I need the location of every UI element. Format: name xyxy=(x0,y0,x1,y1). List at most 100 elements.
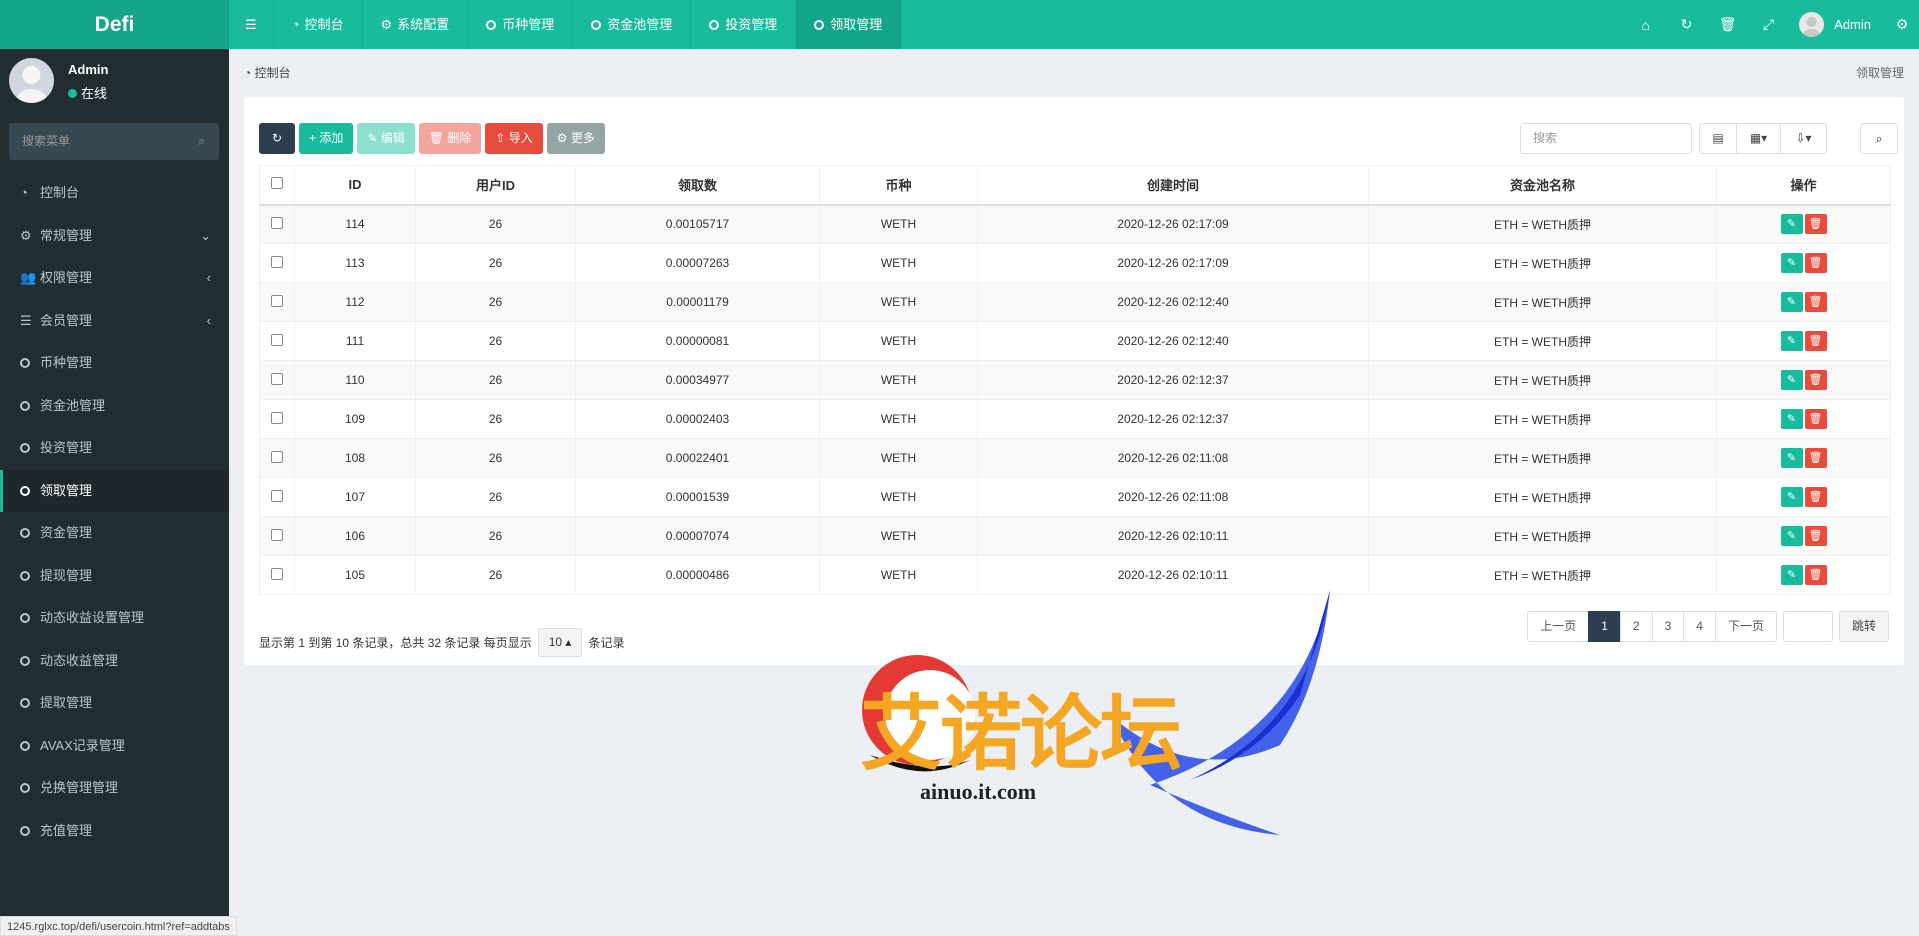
edit-row-button[interactable]: ✎ xyxy=(1780,370,1803,390)
delete-row-button[interactable]: 🗑 xyxy=(1804,565,1827,585)
edit-button[interactable]: ✎ 编辑 xyxy=(357,123,415,154)
toggle-view-button[interactable]: ▤ xyxy=(1699,123,1737,154)
sidebar-item-pool[interactable]: 资金池管理 xyxy=(0,385,229,428)
table-row[interactable]: 112 26 0.00001179 WETH 2020-12-26 02:12:40 ET… xyxy=(259,282,1891,322)
jump-button[interactable]: 跳转 xyxy=(1838,611,1889,642)
user-menu[interactable]: Admin xyxy=(1789,12,1885,37)
row-checkbox[interactable] xyxy=(259,243,295,283)
table-row[interactable]: 105 26 0.00000486 WETH 2020-12-26 02:10:11 ET… xyxy=(259,555,1891,595)
edit-row-button[interactable]: ✎ xyxy=(1780,292,1803,312)
sidebar-item-withdraw[interactable]: 提现管理 xyxy=(0,555,229,598)
sidebar-item-dynamic-settings[interactable]: 动态收益设置管理 xyxy=(0,597,229,640)
table-row[interactable]: 107 26 0.00001539 WETH 2020-12-26 02:11:08 ET… xyxy=(259,477,1891,517)
row-checkbox[interactable] xyxy=(259,555,295,595)
table-row[interactable]: 109 26 0.00002403 WETH 2020-12-26 02:12:37 ET… xyxy=(259,399,1891,439)
page-button[interactable]: 4 xyxy=(1683,611,1716,642)
delete-row-button[interactable]: 🗑 xyxy=(1804,448,1827,468)
tab-dashboard[interactable]: ◔ 控制台 xyxy=(274,0,363,49)
column-header[interactable]: 创建时间 xyxy=(977,165,1369,206)
delete-row-button[interactable]: 🗑 xyxy=(1804,292,1827,312)
edit-row-button[interactable]: ✎ xyxy=(1780,409,1803,429)
export-button[interactable]: ⇩▾ xyxy=(1780,123,1827,154)
sidebar-item-claim[interactable]: 领取管理 xyxy=(0,469,229,512)
trash-icon[interactable]: 🗑 xyxy=(1707,16,1748,33)
tab-invest-management[interactable]: 投资管理 xyxy=(691,0,797,49)
menu-search-input[interactable]: 搜索菜单 ⌕ xyxy=(9,123,219,160)
table-row[interactable]: 106 26 0.00007074 WETH 2020-12-26 02:10:11 ET… xyxy=(259,516,1891,556)
sidebar-item-general[interactable]: ⚙ 常规管理 ⌄ xyxy=(0,215,229,258)
settings-icon[interactable]: ⚙ xyxy=(1885,16,1919,33)
refresh-button[interactable]: ↻ xyxy=(259,123,295,154)
edit-row-button[interactable]: ✎ xyxy=(1780,448,1803,468)
table-row[interactable]: 114 26 0.00105717 WETH 2020-12-26 02:17:09 ET… xyxy=(259,204,1891,244)
search-icon[interactable]: ⌕ xyxy=(198,123,205,160)
fullscreen-icon[interactable]: ⤢ xyxy=(1748,16,1789,33)
sidebar-item-dashboard[interactable]: ◔ 控制台 xyxy=(0,172,229,215)
row-checkbox[interactable] xyxy=(259,204,295,244)
more-button[interactable]: ⚙ 更多 xyxy=(546,123,605,154)
table-row[interactable]: 108 26 0.00022401 WETH 2020-12-26 02:11:08 ET… xyxy=(259,438,1891,478)
app-logo[interactable]: Defi xyxy=(0,0,229,49)
columns-button[interactable]: ▦▾ xyxy=(1736,123,1781,154)
edit-row-button[interactable]: ✎ xyxy=(1780,526,1803,546)
delete-row-button[interactable]: 🗑 xyxy=(1804,214,1827,235)
delete-row-button[interactable]: 🗑 xyxy=(1804,487,1827,507)
select-all-checkbox[interactable] xyxy=(259,165,295,206)
column-header[interactable]: 领取数 xyxy=(575,165,820,206)
sidebar-item-avax[interactable]: AVAX记录管理 xyxy=(0,725,229,768)
delete-button[interactable]: 🗑 删除 xyxy=(418,123,482,154)
tab-system-config[interactable]: ⚙ 系统配置 xyxy=(363,0,469,49)
sidebar-item-funds[interactable]: 资金管理 xyxy=(0,512,229,555)
delete-row-button[interactable]: 🗑 xyxy=(1804,253,1827,273)
prev-page-button[interactable]: 上一页 xyxy=(1527,611,1590,642)
delete-row-button[interactable]: 🗑 xyxy=(1804,331,1827,351)
delete-row-button[interactable]: 🗑 xyxy=(1804,370,1827,390)
sidebar-item-permissions[interactable]: 👥 权限管理 ‹ xyxy=(0,257,229,300)
edit-row-button[interactable]: ✎ xyxy=(1780,253,1803,273)
sidebar-item-coin[interactable]: 币种管理 xyxy=(0,342,229,385)
tab-pool-management[interactable]: 资金池管理 xyxy=(573,0,692,49)
table-search-input[interactable]: 搜索 xyxy=(1520,123,1692,154)
column-header[interactable]: 币种 xyxy=(819,165,978,206)
page-button[interactable]: 3 xyxy=(1651,611,1685,642)
row-checkbox[interactable] xyxy=(259,438,295,478)
row-checkbox[interactable] xyxy=(259,282,295,322)
sidebar-item-exchange[interactable]: 兑换管理管理 xyxy=(0,767,229,810)
home-icon[interactable]: ⌂ xyxy=(1625,17,1666,33)
row-checkbox[interactable] xyxy=(259,399,295,439)
sidebar-item-invest[interactable]: 投资管理 xyxy=(0,427,229,470)
row-checkbox[interactable] xyxy=(259,477,295,517)
page-jump-input[interactable] xyxy=(1782,611,1833,642)
table-row[interactable]: 113 26 0.00007263 WETH 2020-12-26 02:17:09 ET… xyxy=(259,243,1891,283)
tab-claim-management[interactable]: 领取管理 xyxy=(796,0,902,49)
edit-row-button[interactable]: ✎ xyxy=(1780,487,1803,507)
import-button[interactable]: ⇧ 导入 xyxy=(485,123,543,154)
column-header[interactable]: 用户ID xyxy=(415,165,576,206)
edit-row-button[interactable]: ✎ xyxy=(1780,331,1803,351)
next-page-button[interactable]: 下一页 xyxy=(1714,611,1777,642)
page-button[interactable]: 1 xyxy=(1588,611,1621,642)
advanced-search-button[interactable]: ⌕ xyxy=(1860,123,1898,154)
column-header[interactable]: ID xyxy=(294,165,416,206)
sidebar-toggle[interactable]: ☰ xyxy=(229,0,274,49)
sidebar-item-recharge[interactable]: 充值管理 xyxy=(0,810,229,853)
page-size-select[interactable]: 10 ▴ xyxy=(537,628,583,657)
tab-coin-management[interactable]: 币种管理 xyxy=(468,0,574,49)
edit-row-button[interactable]: ✎ xyxy=(1780,214,1803,235)
row-checkbox[interactable] xyxy=(259,516,295,556)
row-checkbox[interactable] xyxy=(259,360,295,400)
table-row[interactable]: 111 26 0.00000081 WETH 2020-12-26 02:12:40 ET… xyxy=(259,321,1891,361)
sidebar-item-members[interactable]: ☰ 会员管理 ‹ xyxy=(0,300,229,343)
column-header[interactable]: 资金池名称 xyxy=(1368,165,1717,206)
caret-up-icon: ▴ xyxy=(565,635,572,649)
delete-row-button[interactable]: 🗑 xyxy=(1804,409,1827,429)
sidebar-item-extract[interactable]: 提取管理 xyxy=(0,682,229,725)
table-row[interactable]: 110 26 0.00034977 WETH 2020-12-26 02:12:37 ET… xyxy=(259,360,1891,400)
row-checkbox[interactable] xyxy=(259,321,295,361)
sidebar-item-dynamic-income[interactable]: 动态收益管理 xyxy=(0,640,229,683)
edit-row-button[interactable]: ✎ xyxy=(1780,565,1803,585)
add-button[interactable]: + 添加 xyxy=(299,123,354,154)
delete-row-button[interactable]: 🗑 xyxy=(1804,526,1827,546)
page-button[interactable]: 2 xyxy=(1619,611,1653,642)
refresh-icon[interactable]: ↻ xyxy=(1666,16,1707,33)
